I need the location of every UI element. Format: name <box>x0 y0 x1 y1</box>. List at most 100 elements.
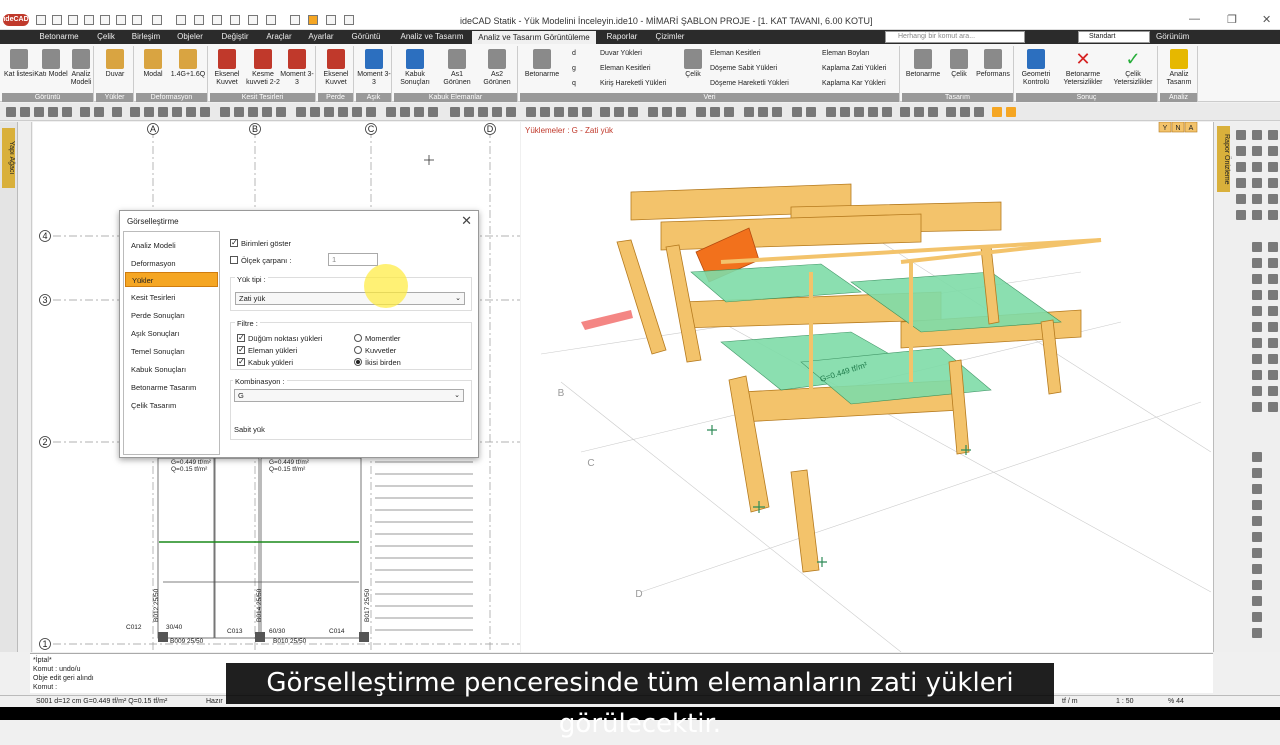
duvar-button[interactable]: Duvar <box>98 49 132 79</box>
tab-birlesim[interactable]: Birleşim <box>126 30 166 44</box>
eleman-kesitleri-2-button[interactable]: Eleman Kesitleri <box>710 50 761 57</box>
tool-r36-icon[interactable] <box>1268 370 1278 380</box>
tool-icon-6[interactable] <box>266 15 276 25</box>
props-icon[interactable] <box>366 107 376 117</box>
filter-icon[interactable] <box>428 107 438 117</box>
tool-r32-icon[interactable] <box>1268 338 1278 348</box>
corner-label-y[interactable]: Y <box>1163 125 1168 132</box>
tool-r47-icon[interactable] <box>1252 548 1262 558</box>
extend-icon[interactable] <box>186 107 196 117</box>
copy-icon[interactable] <box>80 107 90 117</box>
tool-icon-5[interactable] <box>248 15 258 25</box>
tool-r10-icon[interactable] <box>1236 178 1246 188</box>
tab-goruntu[interactable]: Görüntü <box>344 30 388 44</box>
tab-degistir[interactable]: Değiştir <box>214 30 256 44</box>
eleman-kesitleri-button[interactable]: Eleman Kesitleri <box>600 65 651 72</box>
yuk-tipi-select[interactable]: Zati yük ⌄ <box>235 292 465 305</box>
tab-araclar[interactable]: Araçlar <box>260 30 298 44</box>
measure-icon[interactable] <box>386 107 396 117</box>
save-as-icon[interactable] <box>84 15 94 25</box>
pin-icon[interactable] <box>1006 107 1016 117</box>
model-3d-view[interactable]: Yüklemeler : G - Zati yük Y N A B C D G=… <box>521 122 1213 652</box>
tasarim-betonarme-button[interactable]: Betonarme <box>904 49 942 79</box>
clip-icon[interactable] <box>710 107 720 117</box>
node-icon[interactable] <box>928 107 938 117</box>
kesme-kuvveti-button[interactable]: Kesme kuvveti 2-2 <box>244 49 282 87</box>
tool-r9-icon[interactable] <box>1268 162 1278 172</box>
tool-r5-icon[interactable] <box>1252 146 1262 156</box>
pencil-icon[interactable] <box>20 107 30 117</box>
tab-objeler[interactable]: Objeler <box>170 30 210 44</box>
tab-cizimler[interactable]: Çizimler <box>648 30 692 44</box>
tool-r3-icon[interactable] <box>1268 130 1278 140</box>
tasarim-celik-button[interactable]: Çelik <box>942 49 976 79</box>
table-icon[interactable] <box>792 107 802 117</box>
report-icon[interactable] <box>806 107 816 117</box>
tool-r12-icon[interactable] <box>1268 178 1278 188</box>
tool-r33-icon[interactable] <box>1252 354 1262 364</box>
nav-deformasyon[interactable]: Deformasyon <box>125 256 218 271</box>
as1-button[interactable]: As1 Görünen <box>438 49 476 87</box>
eraser-icon[interactable] <box>48 107 58 117</box>
tool-r49-icon[interactable] <box>1252 580 1262 590</box>
save-icon[interactable] <box>68 15 78 25</box>
grid-icon[interactable] <box>234 107 244 117</box>
tool-r38-icon[interactable] <box>1268 386 1278 396</box>
layer-icon[interactable] <box>352 107 362 117</box>
doseme-hareketli-button[interactable]: Döşeme Hareketli Yükleri <box>710 80 789 87</box>
zoom-in-icon[interactable] <box>450 107 460 117</box>
new-file-icon[interactable] <box>36 15 46 25</box>
nav-kabuk-sonuclari[interactable]: Kabuk Sonuçları <box>125 362 218 377</box>
wall-tool-icon[interactable] <box>882 107 892 117</box>
story-all-icon[interactable] <box>772 107 782 117</box>
list-tool-icon[interactable] <box>414 107 424 117</box>
performans-button[interactable]: Peformans <box>974 49 1012 79</box>
view-3d-icon[interactable] <box>526 107 536 117</box>
kabuk-sonuclari-button[interactable]: Kabuk Sonuçları <box>396 49 434 87</box>
modal-button[interactable]: Modal <box>136 49 170 79</box>
tool-r52-icon[interactable] <box>1252 628 1262 638</box>
tool-r17-icon[interactable] <box>1252 210 1262 220</box>
fillet-icon[interactable] <box>200 107 210 117</box>
tool-r44-icon[interactable] <box>1252 500 1262 510</box>
load-icon[interactable] <box>900 107 910 117</box>
tool-r14-icon[interactable] <box>1252 194 1262 204</box>
story-up-icon[interactable] <box>744 107 754 117</box>
tool-r46-icon[interactable] <box>1252 532 1262 542</box>
tool-icon-4[interactable] <box>230 15 240 25</box>
redo-icon[interactable] <box>132 15 142 25</box>
corner-label-a[interactable]: A <box>1189 125 1194 132</box>
geometri-kontrolu-button[interactable]: Geometri Kontrolü <box>1018 49 1054 87</box>
orbit-icon[interactable] <box>648 107 658 117</box>
style-select[interactable]: Standart <box>1078 31 1150 43</box>
as2-button[interactable]: As2 Görünen <box>478 49 516 87</box>
trim-icon[interactable] <box>172 107 182 117</box>
nav-asik-sonuclari[interactable]: Aşık Sonuçları <box>125 326 218 341</box>
light-icon[interactable] <box>724 107 734 117</box>
dim-icon[interactable] <box>296 107 306 117</box>
betonarme-yetersizlikler-button[interactable]: ✕ Betonarme Yetersizlikler <box>1058 49 1108 87</box>
tool-r48-icon[interactable] <box>1252 564 1262 574</box>
celik-yetersizlikler-button[interactable]: ✓ Çelik Yetersizlikler <box>1110 49 1156 87</box>
combination-button[interactable]: 1.4G+1.6Q <box>168 49 208 79</box>
nav-temel-sonuclari[interactable]: Temel Sonuçları <box>125 344 218 359</box>
olcek-carpani-input[interactable]: 1 <box>328 253 378 266</box>
view-front-icon[interactable] <box>554 107 564 117</box>
axis-icon[interactable] <box>826 107 836 117</box>
tool-r28-icon[interactable] <box>1268 306 1278 316</box>
kabuk-yukleri-checkbox[interactable]: ✓ <box>237 358 245 366</box>
command-search-input[interactable]: Herhangi bir komut ara... <box>885 31 1025 43</box>
tool-r11-icon[interactable] <box>1252 178 1262 188</box>
tool-r19-icon[interactable] <box>1252 242 1262 252</box>
tool-r18-icon[interactable] <box>1268 210 1278 220</box>
view-label[interactable]: Görünüm <box>1156 30 1189 44</box>
asik-moment-button[interactable]: Moment 3-3 <box>357 49 391 87</box>
eksenel-kuvvet-button[interactable]: Eksenel Kuvvet <box>210 49 244 87</box>
tool-r50-icon[interactable] <box>1252 596 1262 606</box>
tool-r15-icon[interactable] <box>1268 194 1278 204</box>
tool-r40-icon[interactable] <box>1268 402 1278 412</box>
tab-ayarlar[interactable]: Ayarlar <box>302 30 340 44</box>
ortho-icon[interactable] <box>248 107 258 117</box>
tool-icon-3[interactable] <box>212 15 222 25</box>
brush-icon[interactable] <box>34 107 44 117</box>
